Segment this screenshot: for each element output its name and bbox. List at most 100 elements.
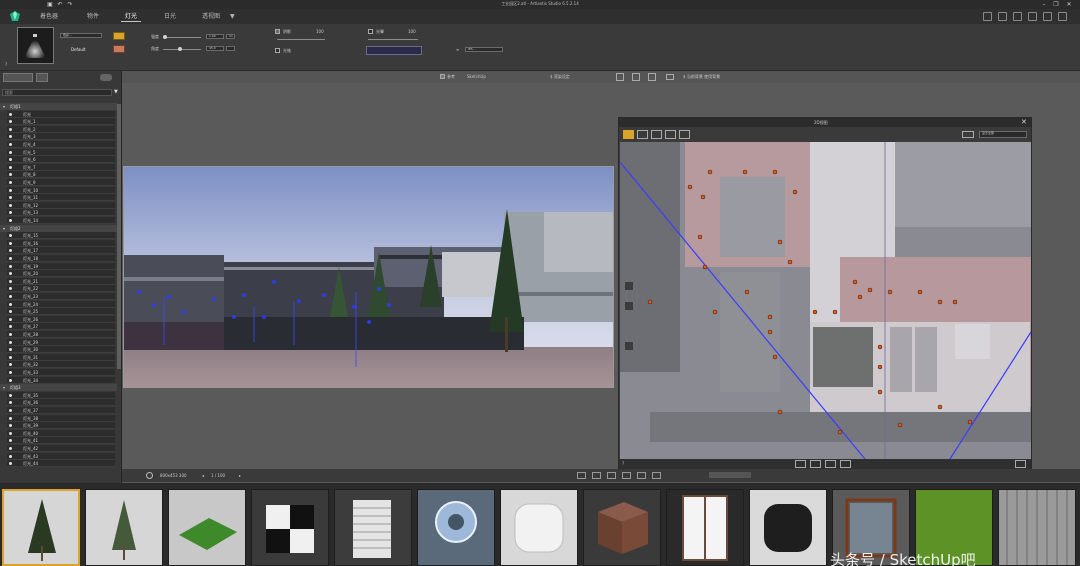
- light-bulb-icon[interactable]: [9, 371, 12, 374]
- light-bulb-icon[interactable]: [9, 181, 12, 184]
- light-list-item[interactable]: 灯光_11: [7, 194, 115, 202]
- light-list-item[interactable]: 灯光_29: [7, 338, 115, 346]
- tab-heliodons[interactable]: 日光: [160, 11, 180, 22]
- refresh-icon[interactable]: [637, 472, 646, 479]
- fit-view-icon[interactable]: [616, 73, 624, 81]
- light-bulb-icon[interactable]: [9, 165, 12, 169]
- light-bulb-icon[interactable]: [9, 401, 12, 405]
- ies-field[interactable]: IES...: [465, 47, 503, 52]
- app-logo-icon[interactable]: [10, 11, 20, 21]
- light-bulb-icon[interactable]: [9, 416, 12, 420]
- light-bulb-icon[interactable]: [9, 348, 12, 352]
- light-bulb-icon[interactable]: [9, 127, 12, 131]
- light-bulb-icon[interactable]: [9, 257, 12, 260]
- library-thumb-grey-panel[interactable]: [998, 489, 1076, 566]
- settings-icon[interactable]: [1058, 12, 1067, 21]
- light-bulb-icon[interactable]: [9, 234, 12, 238]
- light-bulb-icon[interactable]: [9, 211, 12, 215]
- prev-page-arrow[interactable]: ◂: [202, 473, 204, 478]
- light-list-item[interactable]: 灯光_25: [7, 308, 115, 316]
- plan-left-view-button[interactable]: [665, 130, 676, 139]
- light-bulb-icon[interactable]: [9, 439, 12, 443]
- light-bulb-icon[interactable]: [9, 317, 12, 321]
- plan-top-view-button[interactable]: [623, 130, 634, 139]
- plan-view-option[interactable]: 显示全部: [979, 131, 1027, 138]
- light-list-item[interactable]: 灯光_2: [7, 125, 115, 133]
- share-icon[interactable]: [998, 12, 1007, 21]
- light-list-item[interactable]: 灯光_9: [7, 179, 115, 186]
- light-bulb-icon[interactable]: [9, 363, 12, 367]
- angle-field[interactable]: 45.0: [206, 46, 224, 51]
- light-bulb-icon[interactable]: [9, 393, 12, 397]
- library-thumb-door-frame[interactable]: [666, 489, 744, 566]
- light-group[interactable]: ▾ 灯组3: [0, 384, 117, 392]
- plan-fit-icon[interactable]: [840, 460, 851, 468]
- light-color-swatch[interactable]: [113, 45, 125, 53]
- power-slider-knob[interactable]: [163, 35, 167, 39]
- group-collapse-arrow[interactable]: ▾: [3, 226, 5, 231]
- light-bulb-icon[interactable]: [9, 143, 12, 146]
- library-thumb-white-cushion[interactable]: [500, 489, 578, 566]
- add-group-button[interactable]: [36, 73, 48, 82]
- plan-canvas[interactable]: [620, 142, 1031, 459]
- light-bulb-icon[interactable]: [9, 120, 12, 124]
- list-menu-arrow[interactable]: ▼: [114, 89, 118, 95]
- light-bulb-icon[interactable]: [9, 219, 12, 222]
- light-list-item[interactable]: 灯光_13: [7, 209, 115, 217]
- close-button[interactable]: ✕: [1065, 1, 1073, 8]
- light-bulb-icon[interactable]: [9, 378, 12, 382]
- light-group[interactable]: ▾ 灯组2: [0, 224, 117, 232]
- zoom-icon[interactable]: [592, 472, 601, 479]
- light-bulb-icon[interactable]: [9, 173, 12, 177]
- shadow-slider[interactable]: [277, 39, 325, 40]
- group-collapse-arrow[interactable]: ▾: [3, 104, 5, 109]
- light-list-item[interactable]: 灯光_20: [7, 270, 115, 278]
- maximize-button[interactable]: ❐: [1052, 1, 1060, 8]
- library-thumb-grass-patch[interactable]: [168, 489, 246, 566]
- light-bulb-icon[interactable]: [9, 295, 12, 298]
- plan-front-view-button[interactable]: [637, 130, 648, 139]
- light-list-item[interactable]: 灯光_22: [7, 285, 115, 293]
- light-bulb-icon[interactable]: [9, 424, 12, 428]
- library-thumb-tree-1[interactable]: [2, 489, 80, 566]
- tab-perspectives[interactable]: 透视图: [198, 11, 224, 22]
- light-bulb-icon[interactable]: [9, 112, 12, 116]
- light-list-item[interactable]: 灯光_43: [7, 452, 115, 460]
- light-bulb-icon[interactable]: [9, 355, 12, 359]
- tab-lights[interactable]: 灯光: [121, 11, 142, 22]
- save-icon[interactable]: ▣: [46, 1, 54, 8]
- tab-objects[interactable]: 物件: [83, 11, 103, 22]
- light-list-item[interactable]: 灯光_18: [7, 255, 115, 262]
- light-list-item[interactable]: 灯光_32: [7, 361, 115, 369]
- redo-icon[interactable]: ↷: [66, 1, 74, 8]
- light-list-item[interactable]: 灯光_40: [7, 429, 115, 437]
- glow-checkbox[interactable]: [368, 29, 373, 34]
- light-list-item[interactable]: 灯光_12: [7, 201, 115, 209]
- light-list-item[interactable]: 灯光_34: [7, 376, 115, 384]
- plan-back-view-button[interactable]: [679, 130, 690, 139]
- light-bulb-icon[interactable]: [9, 462, 12, 466]
- list-view-toggle[interactable]: [3, 73, 33, 82]
- light-list-item[interactable]: 灯光_35: [7, 391, 115, 399]
- light-bulb-icon[interactable]: [9, 454, 12, 458]
- library-thumb-black-cushion[interactable]: [749, 489, 827, 566]
- plan-close-icon[interactable]: ✕: [1021, 118, 1027, 126]
- light-bulb-icon[interactable]: [9, 249, 12, 253]
- angle-unit-field[interactable]: [226, 46, 235, 51]
- plan-pan-icon[interactable]: [825, 460, 836, 468]
- cube-icon[interactable]: [1028, 12, 1037, 21]
- plan-undo-icon[interactable]: [795, 460, 806, 468]
- plan-link-icon[interactable]: [962, 131, 974, 138]
- light-list-item[interactable]: 灯光_33: [7, 369, 115, 376]
- light-bulb-icon[interactable]: [9, 279, 12, 283]
- minimize-button[interactable]: –: [1040, 1, 1048, 8]
- glow-presets[interactable]: [366, 46, 422, 55]
- light-list-item[interactable]: 灯光_17: [7, 247, 115, 255]
- light-on-button[interactable]: [113, 32, 125, 40]
- light-bulb-icon[interactable]: [9, 447, 12, 450]
- tab-shaders[interactable]: 着色器: [36, 11, 62, 22]
- cone-checkbox[interactable]: [275, 48, 280, 53]
- plan-settings-icon[interactable]: [1015, 460, 1026, 468]
- light-list-item[interactable]: 灯光_3: [7, 133, 115, 141]
- help-icon[interactable]: ?: [5, 62, 7, 67]
